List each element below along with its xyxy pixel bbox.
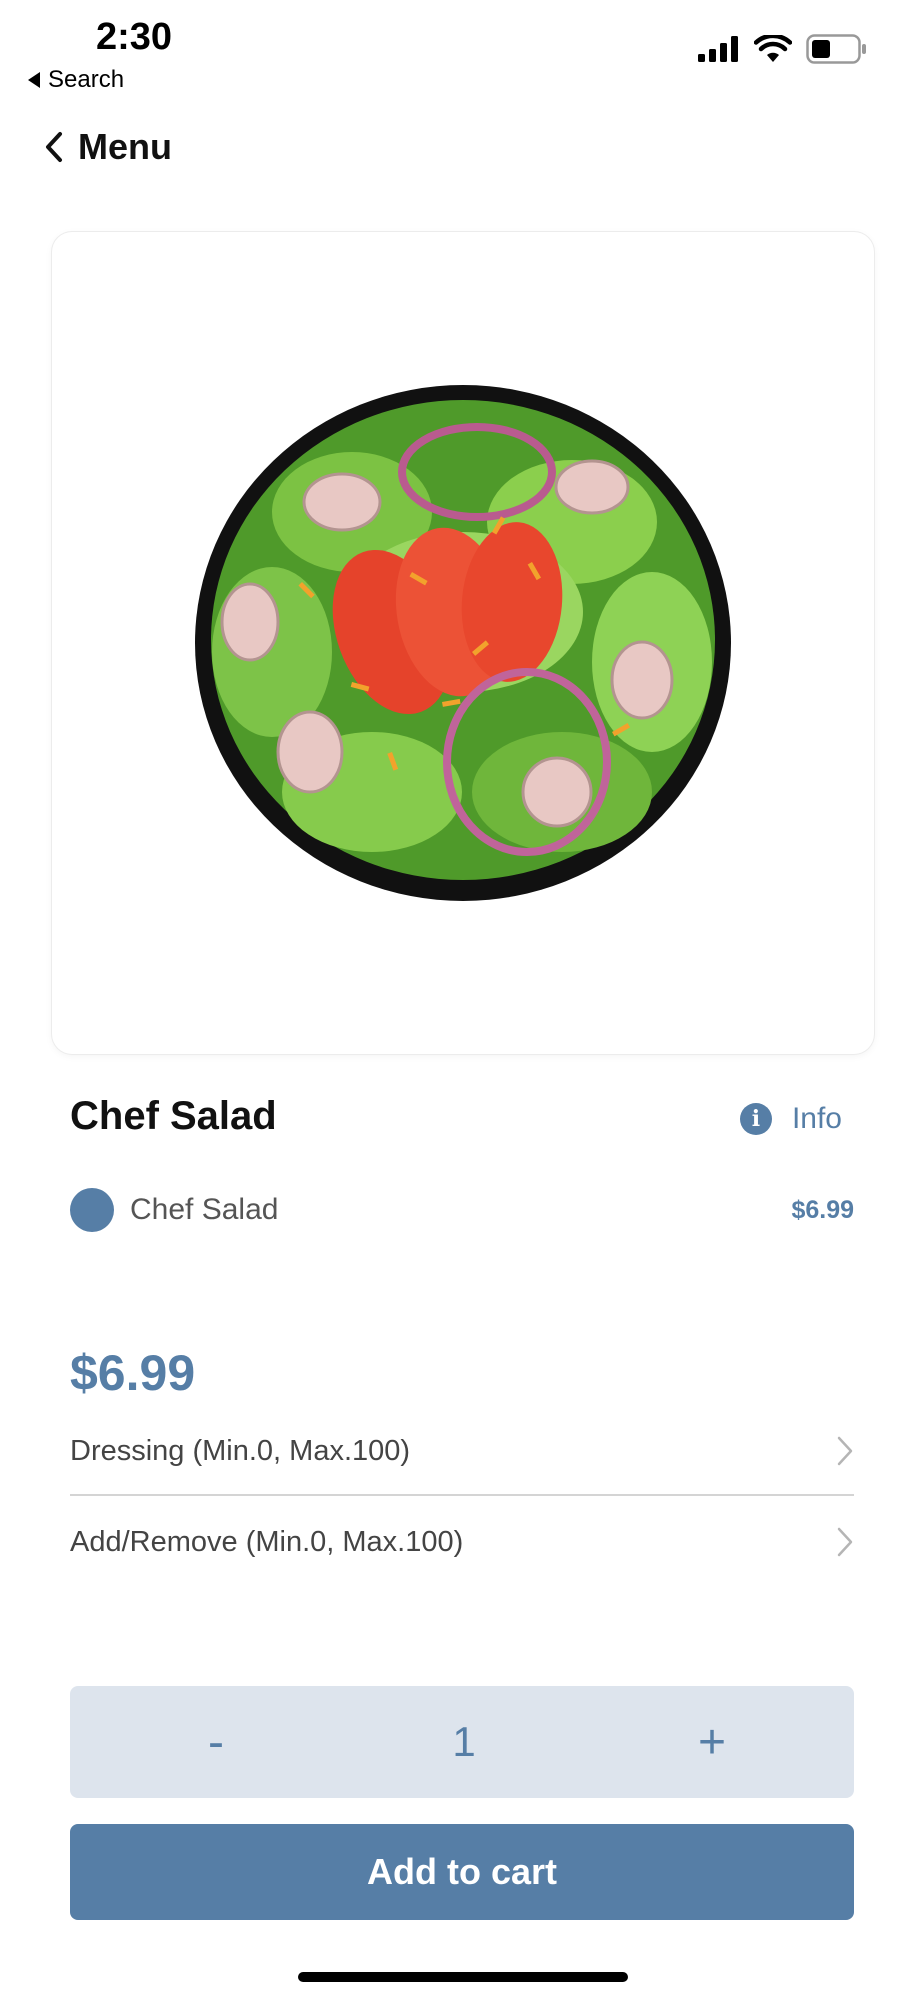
option-price: $6.99	[791, 1195, 854, 1224]
info-icon: i	[739, 1103, 772, 1135]
item-title: Chef Salad	[70, 1094, 277, 1138]
item-image-card	[52, 232, 874, 1054]
back-triangle-icon	[28, 72, 40, 88]
status-time: 2:30	[96, 16, 173, 58]
quantity-stepper: - 1 +	[70, 1686, 854, 1798]
size-option-row[interactable]: Chef Salad $6.99	[70, 1188, 854, 1232]
modifier-row-add-remove[interactable]: Add/Remove (Min.0, Max.100)	[70, 1498, 854, 1586]
quantity-value: 1	[452, 1718, 476, 1765]
back-to-menu-button[interactable]: Menu	[44, 126, 172, 168]
chevron-right-icon	[837, 1436, 853, 1466]
modifier-row-dressing[interactable]: Dressing (Min.0, Max.100)	[70, 1408, 854, 1496]
modifier-label: Dressing (Min.0, Max.100)	[70, 1434, 411, 1467]
battery-icon	[806, 34, 866, 64]
status-icons	[698, 34, 868, 64]
modifier-label: Add/Remove (Min.0, Max.100)	[70, 1525, 464, 1558]
back-app-label: Search	[48, 66, 125, 93]
option-label: Chef Salad	[130, 1193, 279, 1226]
item-price: $6.99	[70, 1345, 196, 1401]
wifi-icon	[754, 35, 792, 62]
chevron-left-icon	[46, 132, 62, 162]
home-indicator	[298, 1972, 628, 1982]
chevron-right-icon	[837, 1527, 853, 1557]
decrement-button[interactable]: -	[186, 1715, 246, 1770]
salad-image	[195, 385, 731, 901]
back-to-menu-label: Menu	[78, 126, 172, 167]
back-to-app-link[interactable]: Search	[28, 66, 124, 94]
increment-button[interactable]: +	[682, 1715, 742, 1770]
add-to-cart-button[interactable]: Add to cart	[70, 1824, 854, 1920]
info-button[interactable]: i Info	[739, 1102, 842, 1136]
info-label: Info	[791, 1102, 842, 1135]
selected-radio[interactable]	[70, 1188, 114, 1232]
signal-icon	[698, 36, 738, 62]
